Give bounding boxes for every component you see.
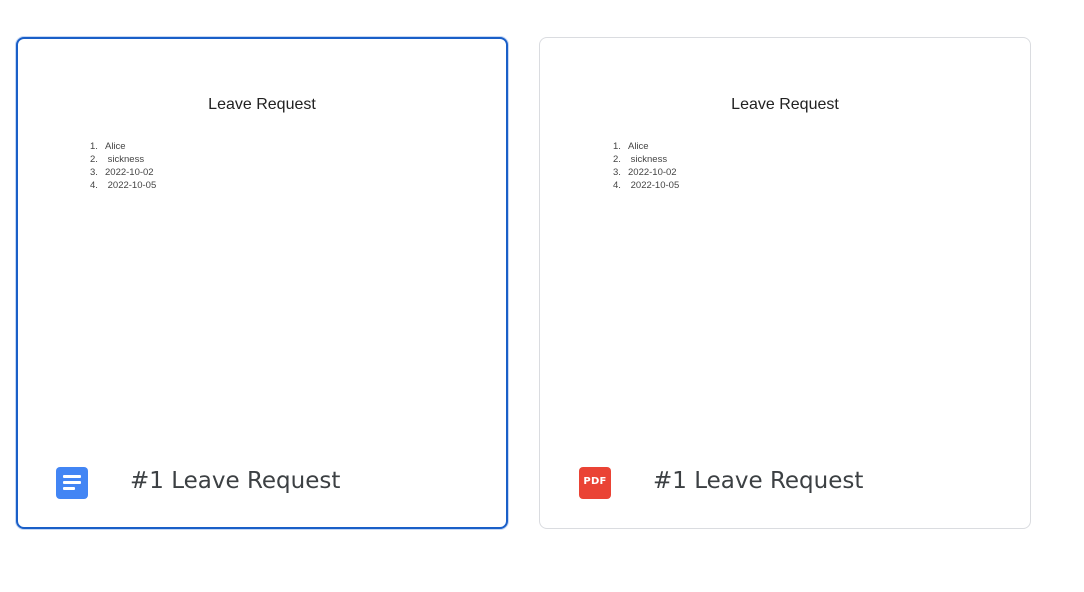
preview-list: 1. Alice 2. sickness 3. 2022-10-02 4. 2022…	[90, 140, 156, 192]
file-preview-thumbnail: Leave Request 1. Alice 2. sickness 3. 2022…	[540, 38, 1030, 458]
preview-list-item: 2. sickness	[90, 154, 145, 165]
file-name: #1 Leave Request	[653, 468, 864, 494]
file-card-footer: PDF #1 Leave Request	[540, 462, 1030, 506]
file-card-pdf[interactable]: Leave Request 1. Alice 2. sickness 3. 2022…	[539, 37, 1031, 529]
preview-title: Leave Request	[208, 96, 316, 113]
google-docs-icon	[56, 467, 88, 499]
pdf-icon-label: PDF	[583, 476, 607, 487]
preview-title: Leave Request	[731, 96, 839, 113]
file-name: #1 Leave Request	[130, 468, 341, 494]
preview-list-item: 4. 2022-10-05	[90, 180, 157, 191]
preview-list-item: 3. 2022-10-02	[613, 167, 677, 178]
preview-list-item: 4. 2022-10-05	[613, 180, 680, 191]
file-card-docs[interactable]: Leave Request 1. Alice 2. sickness 3. 2022…	[16, 37, 508, 529]
pdf-icon: PDF	[579, 467, 611, 499]
file-card-footer: #1 Leave Request	[18, 462, 506, 506]
preview-list-item: 1. Alice	[90, 141, 126, 152]
preview-list-item: 1. Alice	[613, 141, 649, 152]
preview-list-item: 3. 2022-10-02	[90, 167, 154, 178]
preview-list-item: 2. sickness	[613, 154, 668, 165]
file-preview-thumbnail: Leave Request 1. Alice 2. sickness 3. 2022…	[18, 39, 506, 459]
preview-list: 1. Alice 2. sickness 3. 2022-10-02 4. 2022…	[613, 140, 679, 192]
file-grid: Leave Request 1. Alice 2. sickness 3. 2022…	[0, 0, 1084, 592]
